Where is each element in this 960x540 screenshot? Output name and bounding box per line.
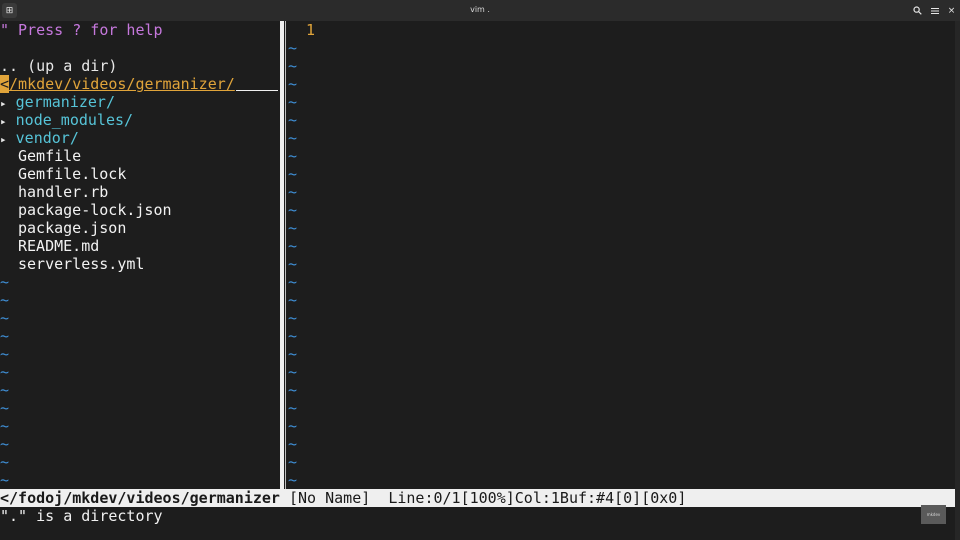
empty-line-tilde: ~ (0, 327, 10, 345)
cursorline-underline (236, 90, 278, 91)
empty-line-tilde: ~ (288, 255, 298, 273)
file-item[interactable]: serverless.yml (18, 255, 144, 273)
file-item[interactable]: Gemfile.lock (18, 165, 126, 183)
empty-line-tilde: ~ (288, 147, 298, 165)
file-item[interactable]: README.md (18, 237, 99, 255)
cursor: < (0, 75, 10, 93)
empty-line-tilde: ~ (288, 75, 298, 93)
vertical-split-divider[interactable] (279, 21, 288, 489)
empty-line-tilde: ~ (0, 273, 10, 291)
search-icon[interactable] (910, 3, 925, 18)
empty-line-tilde: ~ (0, 417, 10, 435)
empty-line-tilde: ~ (288, 435, 298, 453)
empty-line-tilde: ~ (288, 345, 298, 363)
file-item[interactable]: Gemfile (18, 147, 81, 165)
empty-line-tilde: ~ (0, 453, 10, 471)
empty-line-tilde: ~ (0, 435, 10, 453)
empty-line-tilde: ~ (0, 309, 10, 327)
empty-line-tilde: ~ (0, 471, 10, 489)
empty-line-tilde: ~ (288, 471, 298, 489)
empty-line-tilde: ~ (288, 399, 298, 417)
empty-line-tilde: ~ (288, 111, 298, 129)
terminal-scrollbar[interactable] (955, 21, 960, 540)
command-line-message: "." is a directory (0, 507, 163, 525)
empty-line-tilde: ~ (288, 93, 298, 111)
empty-line-tilde: ~ (288, 57, 298, 75)
empty-line-tilde: ~ (288, 219, 298, 237)
terminal-area[interactable]: " Press ? for help .. (up a dir) </mkdev… (0, 21, 960, 540)
empty-line-tilde: ~ (288, 165, 298, 183)
dir-name: node_modules/ (15, 111, 134, 129)
empty-line-tilde: ~ (0, 399, 10, 417)
current-dir-path: /mkdev/videos/germanizer/ (9, 75, 235, 93)
dir-name: germanizer/ (15, 93, 115, 111)
netrw-help-text: " Press ? for help (0, 21, 163, 39)
empty-line-tilde: ~ (288, 453, 298, 471)
empty-line-tilde: ~ (288, 237, 298, 255)
status-info: [No Name] Line:0/1[100%]Col:1Buf:#4[0][0… (279, 489, 687, 507)
empty-line-tilde: ~ (0, 345, 10, 363)
empty-line-tilde: ~ (288, 381, 298, 399)
empty-line-tilde: ~ (288, 327, 298, 345)
netrw-up-dir[interactable]: .. (up a dir) (0, 57, 117, 75)
menu-icon[interactable] (927, 3, 942, 18)
netrw-current-dir[interactable]: </mkdev/videos/germanizer/ (0, 75, 235, 93)
empty-line-tilde: ~ (288, 417, 298, 435)
expand-arrow-icon: ▸ (0, 115, 7, 128)
empty-line-tilde: ~ (288, 201, 298, 219)
empty-line-tilde: ~ (0, 291, 10, 309)
status-path: </fodoj/mkdev/videos/germanizer (0, 489, 280, 507)
window-title: vim . (470, 5, 490, 14)
line-number: 1 (306, 21, 316, 39)
split-line (285, 21, 286, 489)
file-item[interactable]: handler.rb (18, 183, 108, 201)
dir-item[interactable]: ▸ node_modules/ (0, 111, 133, 129)
empty-line-tilde: ~ (288, 291, 298, 309)
empty-line-tilde: ~ (288, 309, 298, 327)
empty-line-tilde: ~ (288, 183, 298, 201)
watermark-logo: mkdev (921, 505, 946, 524)
file-item[interactable]: package-lock.json (18, 201, 172, 219)
vim-statusline: </fodoj/mkdev/videos/germanizer [No Name… (0, 489, 955, 507)
empty-line-tilde: ~ (288, 129, 298, 147)
empty-line-tilde: ~ (0, 363, 10, 381)
dir-item[interactable]: ▸ germanizer/ (0, 93, 115, 111)
empty-line-tilde: ~ (0, 381, 10, 399)
window-titlebar: ⊞ vim . × (0, 0, 960, 22)
empty-line-tilde: ~ (288, 273, 298, 291)
dir-name: vendor/ (15, 129, 79, 147)
empty-line-tilde: ~ (288, 39, 298, 57)
close-icon[interactable]: × (944, 3, 959, 18)
expand-arrow-icon: ▸ (0, 133, 7, 146)
file-item[interactable]: package.json (18, 219, 126, 237)
expand-arrow-icon: ▸ (0, 97, 7, 110)
empty-line-tilde: ~ (288, 363, 298, 381)
dir-item[interactable]: ▸ vendor/ (0, 129, 79, 147)
